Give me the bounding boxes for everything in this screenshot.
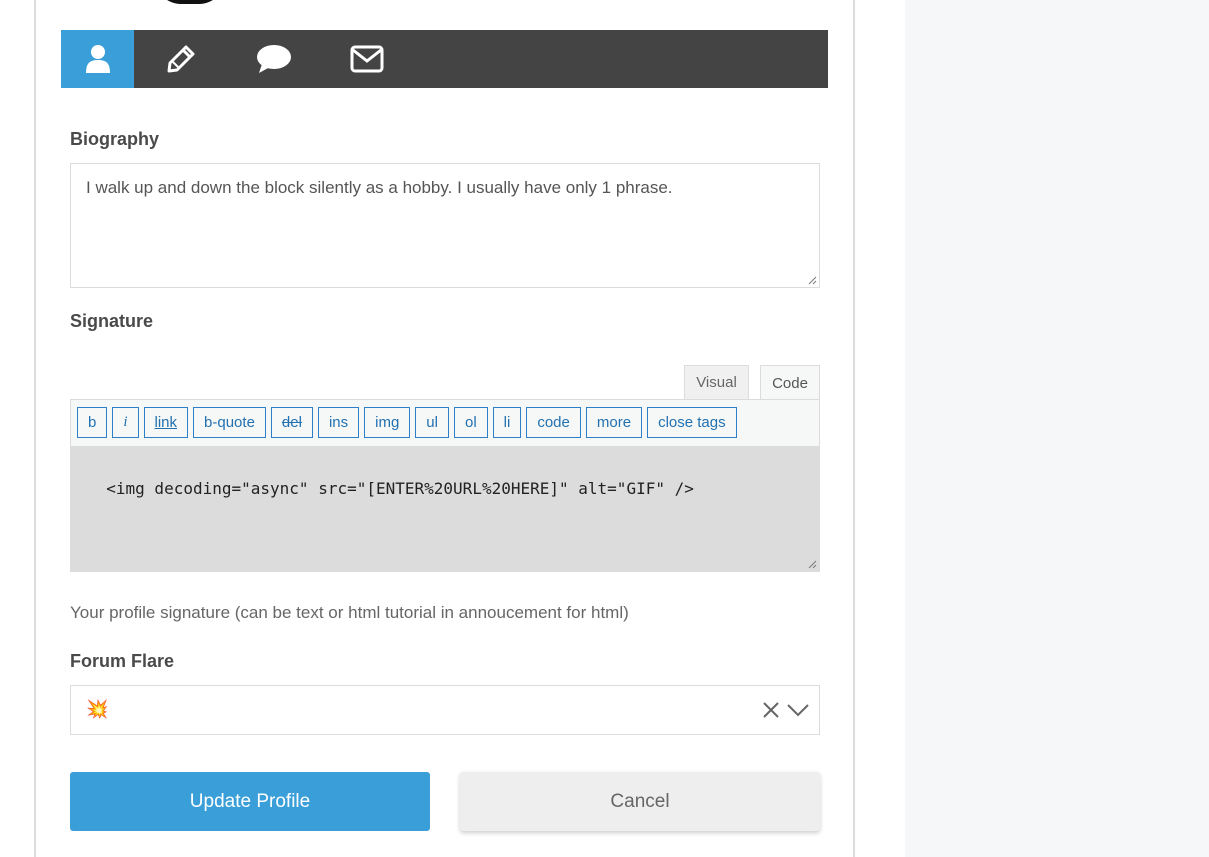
qt-more-button[interactable]: more: [585, 407, 643, 438]
tab-edit[interactable]: [134, 30, 227, 88]
flare-selected-value: 💥: [86, 699, 109, 719]
signature-label: Signature: [70, 311, 154, 331]
resize-handle-icon[interactable]: [808, 560, 817, 569]
qt-img-button[interactable]: img: [364, 407, 411, 438]
tab-email[interactable]: [320, 30, 413, 88]
clear-icon[interactable]: [762, 701, 780, 719]
qt-link-button[interactable]: link: [143, 407, 189, 438]
signature-code-text: <img decoding="async" src="[ENTER%20URL%…: [106, 479, 694, 498]
tab-profile[interactable]: [61, 30, 134, 88]
right-gutter: [905, 0, 1209, 857]
chevron-down-icon[interactable]: [786, 702, 810, 718]
qt-code-button[interactable]: code: [526, 407, 581, 438]
speech-bubble-icon: [256, 45, 291, 73]
editor-tab-visual[interactable]: Visual: [684, 365, 749, 399]
biography-text: I walk up and down the block silently as…: [86, 178, 673, 197]
forum-flare-label: Forum Flare: [70, 651, 175, 671]
signature-helper-text: Your profile signature (can be text or h…: [70, 603, 629, 622]
biography-textarea[interactable]: I walk up and down the block silently as…: [70, 163, 820, 288]
qt-close-tags-button[interactable]: close tags: [647, 407, 737, 438]
qt-del-button[interactable]: del: [270, 407, 313, 438]
pencil-icon: [167, 45, 194, 73]
profile-tabbar: [61, 30, 828, 88]
qt-bquote-button[interactable]: b-quote: [193, 407, 266, 438]
qt-bold-button[interactable]: b: [77, 407, 108, 438]
qt-ol-button[interactable]: ol: [453, 407, 488, 438]
update-profile-button[interactable]: Update Profile: [70, 772, 430, 831]
qt-ins-button[interactable]: ins: [317, 407, 360, 438]
tab-messages[interactable]: [227, 30, 320, 88]
qt-ul-button[interactable]: ul: [415, 407, 449, 438]
qt-italic-button[interactable]: i: [112, 407, 139, 438]
forum-flare-select[interactable]: 💥: [70, 685, 820, 735]
cancel-button[interactable]: Cancel: [460, 772, 820, 831]
signature-code-textarea[interactable]: <img decoding="async" src="[ENTER%20URL%…: [70, 446, 820, 572]
user-icon: [85, 45, 110, 73]
quicktags-toolbar: b i link b-quote del ins img ul ol li co…: [70, 399, 820, 446]
qt-li-button[interactable]: li: [492, 407, 522, 438]
biography-label: Biography: [70, 129, 160, 149]
editor-tab-code[interactable]: Code: [760, 365, 820, 400]
envelope-icon: [350, 45, 383, 73]
resize-handle-icon[interactable]: [808, 276, 817, 285]
